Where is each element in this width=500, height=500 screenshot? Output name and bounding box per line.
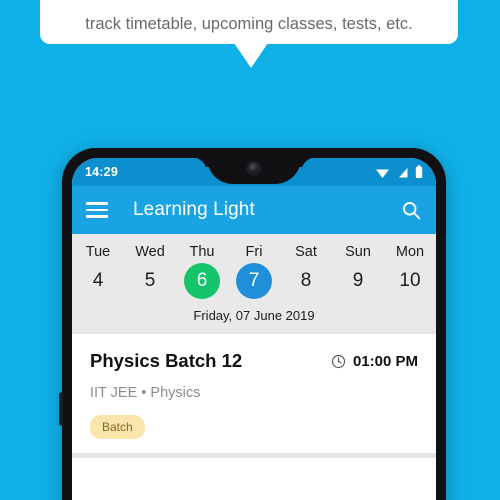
phone-side-button[interactable]	[59, 392, 63, 426]
day-of-week-cell: Tue	[72, 240, 124, 262]
date-number-today: 6	[184, 263, 220, 299]
day-of-week-cell: Sun	[332, 240, 384, 262]
date-number: 8	[300, 270, 312, 291]
search-icon[interactable]	[401, 200, 422, 221]
date-cell-9[interactable]: 9	[332, 263, 384, 299]
day-of-week-cell: Fri	[228, 240, 280, 262]
date-number: 4	[92, 270, 104, 291]
date-number-selected: 7	[236, 263, 272, 299]
event-type-badge: Batch	[90, 415, 145, 439]
clock-icon	[331, 354, 346, 368]
day-of-week-label: Sat	[295, 244, 317, 260]
event-card[interactable]: Physics Batch 12 01:00 PM IIT JEE • Phys…	[72, 334, 436, 453]
calendar-week-strip: Tue Wed Thu Fri Sat Sun Mon 4 5 6 7 8 9 …	[72, 234, 436, 332]
app-bar: Learning Light	[72, 186, 436, 234]
date-number: 9	[352, 270, 364, 291]
day-of-week-label: Tue	[85, 244, 111, 260]
event-time-group: 01:00 PM	[331, 353, 418, 370]
date-cell-6-today[interactable]: 6	[176, 263, 228, 299]
status-bar-clock: 14:29	[85, 165, 118, 179]
day-of-month-row: 4 5 6 7 8 9 10	[72, 263, 436, 299]
day-of-week-cell: Wed	[124, 240, 176, 262]
hamburger-menu-icon[interactable]	[86, 202, 108, 218]
date-cell-10[interactable]: 10	[384, 263, 436, 299]
app-title: Learning Light	[133, 199, 255, 220]
event-title: Physics Batch 12	[90, 350, 243, 371]
event-card-partial[interactable]	[72, 458, 436, 498]
day-of-week-row: Tue Wed Thu Fri Sat Sun Mon	[72, 240, 436, 262]
front-camera-icon	[248, 163, 260, 174]
day-of-week-cell: Thu	[176, 240, 228, 262]
screenshot-stage: track timetable, upcoming classes, tests…	[0, 0, 500, 500]
wifi-icon	[376, 169, 389, 178]
date-number: 10	[399, 270, 421, 291]
day-of-week-label: Mon	[395, 244, 425, 260]
day-of-week-cell: Mon	[384, 240, 436, 262]
event-list[interactable]: Physics Batch 12 01:00 PM IIT JEE • Phys…	[72, 332, 436, 498]
status-bar-icons	[375, 165, 423, 179]
waterdrop-notch	[207, 158, 301, 184]
signal-icon	[399, 167, 408, 177]
day-of-week-label: Wed	[135, 244, 165, 260]
day-of-week-label: Sun	[345, 244, 371, 260]
date-number: 5	[144, 270, 156, 291]
tooltip-callout: track timetable, upcoming classes, tests…	[40, 0, 458, 44]
status-bar: 14:29	[72, 158, 436, 186]
phone-mockup: 14:29 Learning Light Tue Wed Thu Fri Sat…	[59, 148, 446, 500]
date-cell-7-selected[interactable]: 7	[228, 263, 280, 299]
tooltip-text: track timetable, upcoming classes, tests…	[85, 15, 413, 33]
event-subtitle: IIT JEE • Physics	[90, 385, 201, 401]
event-time: 01:00 PM	[352, 352, 418, 370]
day-of-week-label: Fri	[245, 244, 263, 260]
day-of-week-cell: Sat	[280, 240, 332, 262]
day-of-week-label: Thu	[189, 244, 215, 260]
selected-date-label: Friday, 07 June 2019	[193, 308, 315, 323]
date-cell-8[interactable]: 8	[280, 263, 332, 299]
event-card-header: Physics Batch 12 01:00 PM	[90, 350, 418, 372]
date-cell-5[interactable]: 5	[124, 263, 176, 299]
phone-screen: 14:29 Learning Light Tue Wed Thu Fri Sat…	[72, 158, 436, 500]
date-cell-4[interactable]: 4	[72, 263, 124, 299]
battery-icon	[415, 165, 423, 178]
tooltip-pointer-icon	[234, 43, 268, 68]
